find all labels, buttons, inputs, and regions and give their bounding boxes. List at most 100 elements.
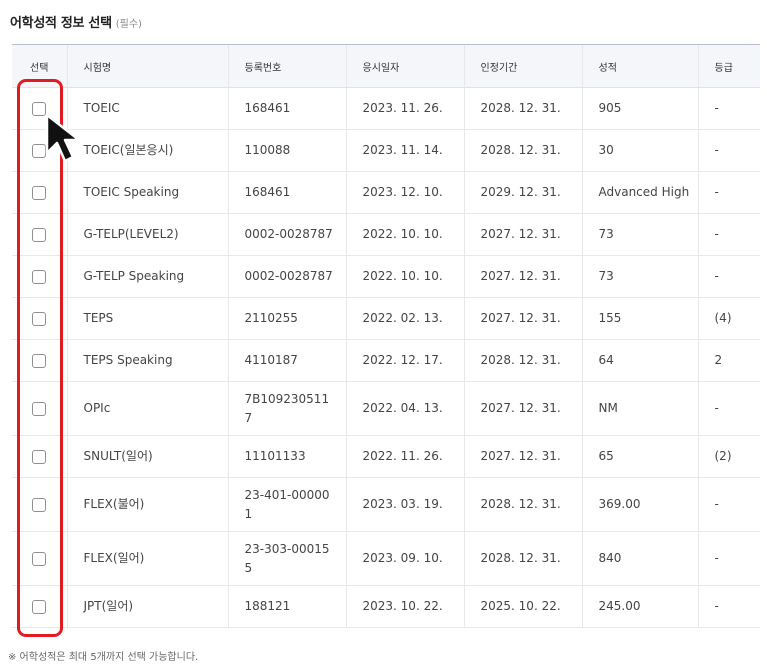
valid-period-cell: 2028. 12. 31. — [463, 339, 582, 382]
registration-number-cell: 2110255 — [227, 297, 346, 340]
grade-cell: 2 — [697, 339, 760, 382]
table-row[interactable]: FLEX(불어) 23-401-00000 1 2023. 03. 19. 2028.… — [12, 477, 760, 532]
exam-name-cell: JPT(일어) — [66, 585, 228, 628]
test-date-cell: 2023. 11. 26. — [345, 87, 464, 130]
exam-name-cell: G-TELP Speaking — [66, 255, 228, 298]
selection-limit-note: ※ 어학성적은 최대 5개까지 선택 가능합니다. — [8, 652, 199, 663]
table-row[interactable]: TOEIC(일본응시) 110088 2023. 11. 14. 2028. 12. … — [12, 129, 760, 172]
score-cell: 73 — [581, 213, 698, 256]
test-date-cell: 2023. 11. 14. — [345, 129, 464, 172]
table-row[interactable]: G-TELP(LEVEL2) 0002-0028787 2022. 10. 10. 2… — [12, 213, 760, 256]
score-cell: 155 — [581, 297, 698, 340]
grade-cell: - — [697, 477, 760, 532]
valid-period-cell: 2027. 12. 31. — [463, 435, 582, 478]
exam-name-cell: TOEIC — [66, 87, 228, 130]
score-cell: 840 — [581, 531, 698, 586]
row-select-checkbox[interactable] — [32, 353, 47, 368]
grade-cell: - — [697, 129, 760, 172]
test-date-cell: 2022. 12. 17. — [345, 339, 464, 382]
test-date-cell: 2022. 10. 10. — [345, 255, 464, 298]
col-header-valid-period: 인정기간 — [463, 44, 582, 88]
table-row[interactable]: TOEIC Speaking 168461 2023. 12. 10. 2029. 1… — [12, 171, 760, 214]
col-header-score: 성적 — [581, 44, 698, 88]
test-date-cell: 2022. 02. 13. — [345, 297, 464, 340]
score-cell: 369.00 — [581, 477, 698, 532]
grade-cell: - — [697, 213, 760, 256]
language-score-table: 선택 시험명 등록번호 응시일자 인정기간 성적 등급 TOEIC 168461 2… — [12, 44, 760, 628]
valid-period-cell: 2029. 12. 31. — [463, 171, 582, 214]
valid-period-cell: 2027. 12. 31. — [463, 381, 582, 436]
select-cell — [12, 339, 67, 382]
score-cell: 73 — [581, 255, 698, 298]
exam-name-cell: TEPS Speaking — [66, 339, 228, 382]
table-row[interactable]: G-TELP Speaking 0002-0028787 2022. 10. 10.… — [12, 255, 760, 298]
valid-period-cell: 2028. 12. 31. — [463, 477, 582, 532]
required-tag: (필수) — [115, 19, 142, 30]
table-row[interactable]: TOEIC 168461 2023. 11. 26. 2028. 12. 31. 905… — [12, 87, 760, 130]
exam-name-cell: FLEX(일어) — [66, 531, 228, 586]
select-cell — [12, 531, 67, 586]
col-header-select: 선택 — [12, 44, 67, 88]
col-header-grade: 등급 — [697, 44, 760, 88]
col-header-test-date: 응시일자 — [345, 44, 464, 88]
test-date-cell: 2023. 09. 10. — [345, 531, 464, 586]
registration-number-cell: 23-401-00000 1 — [227, 477, 346, 532]
row-select-checkbox[interactable] — [32, 227, 47, 242]
row-select-checkbox[interactable] — [32, 551, 47, 566]
grade-cell: - — [697, 531, 760, 586]
col-header-reg-no: 등록번호 — [227, 44, 346, 88]
row-select-checkbox[interactable] — [32, 497, 47, 512]
test-date-cell: 2023. 03. 19. — [345, 477, 464, 532]
table-row[interactable]: OPIc 7B109230511 7 2022. 04. 13. 2027. 12. … — [12, 381, 760, 436]
select-cell — [12, 87, 67, 130]
exam-name-cell: TEPS — [66, 297, 228, 340]
table-row[interactable]: TEPS 2110255 2022. 02. 13. 2027. 12. 31. 155… — [12, 297, 760, 340]
grade-cell: - — [697, 171, 760, 214]
select-cell — [12, 297, 67, 340]
table-row[interactable]: TEPS Speaking 4110187 2022. 12. 17. 2028. 1… — [12, 339, 760, 382]
table-row[interactable]: FLEX(일어) 23-303-00015 5 2023. 09. 10. 2028.… — [12, 531, 760, 586]
registration-number-cell: 0002-0028787 — [227, 255, 346, 298]
exam-name-cell: TOEIC Speaking — [66, 171, 228, 214]
grade-cell: - — [697, 87, 760, 130]
registration-number-cell: 168461 — [227, 171, 346, 214]
table-row[interactable]: JPT(일어) 188121 2023. 10. 22. 2025. 10. 22. 2… — [12, 585, 760, 628]
score-cell: 905 — [581, 87, 698, 130]
section-title: 어학성적 정보 선택 (필수) — [10, 12, 142, 32]
registration-number-cell: 11101133 — [227, 435, 346, 478]
select-cell — [12, 255, 67, 298]
score-cell: 65 — [581, 435, 698, 478]
select-cell — [12, 477, 67, 532]
test-date-cell: 2022. 11. 26. — [345, 435, 464, 478]
row-select-checkbox[interactable] — [32, 311, 47, 326]
row-select-checkbox[interactable] — [32, 599, 47, 614]
row-select-checkbox[interactable] — [32, 101, 47, 116]
section-title-text: 어학성적 정보 선택 — [10, 16, 112, 31]
exam-name-cell: SNULT(일어) — [66, 435, 228, 478]
exam-name-cell: OPIc — [66, 381, 228, 436]
row-select-checkbox[interactable] — [32, 449, 47, 464]
registration-number-cell: 0002-0028787 — [227, 213, 346, 256]
registration-number-cell: 188121 — [227, 585, 346, 628]
row-select-checkbox[interactable] — [32, 185, 47, 200]
select-cell — [12, 171, 67, 214]
row-select-checkbox[interactable] — [32, 143, 47, 158]
score-cell: Advanced High — [581, 171, 698, 214]
score-cell: 30 — [581, 129, 698, 172]
row-select-checkbox[interactable] — [32, 269, 47, 284]
valid-period-cell: 2027. 12. 31. — [463, 213, 582, 256]
select-cell — [12, 213, 67, 256]
col-header-exam: 시험명 — [66, 44, 228, 88]
valid-period-cell: 2027. 12. 31. — [463, 297, 582, 340]
valid-period-cell: 2028. 12. 31. — [463, 87, 582, 130]
score-cell: 245.00 — [581, 585, 698, 628]
exam-name-cell: FLEX(불어) — [66, 477, 228, 532]
row-select-checkbox[interactable] — [32, 401, 47, 416]
registration-number-cell: 4110187 — [227, 339, 346, 382]
valid-period-cell: 2027. 12. 31. — [463, 255, 582, 298]
table-row[interactable]: SNULT(일어) 11101133 2022. 11. 26. 2027. 12. … — [12, 435, 760, 478]
test-date-cell: 2023. 12. 10. — [345, 171, 464, 214]
grade-cell: (2) — [697, 435, 760, 478]
select-cell — [12, 585, 67, 628]
valid-period-cell: 2025. 10. 22. — [463, 585, 582, 628]
